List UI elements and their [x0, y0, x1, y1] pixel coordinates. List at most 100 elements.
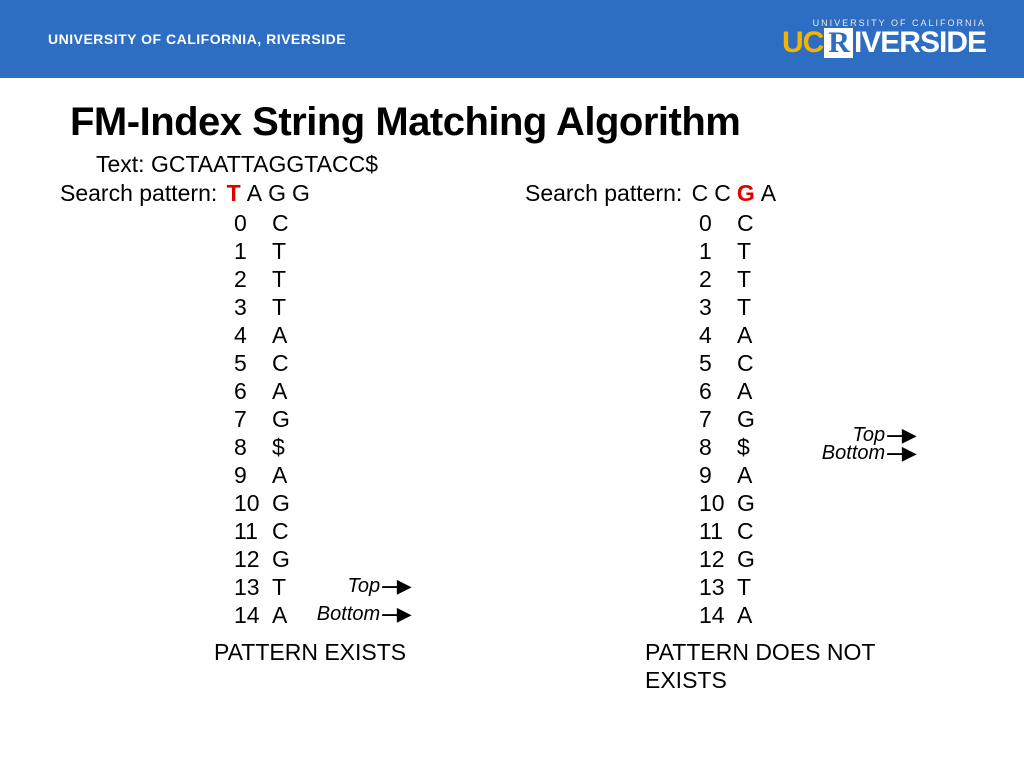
bwt-row: 5C: [699, 349, 985, 377]
bwt-row: 11C: [234, 517, 480, 545]
bwt-char: T: [272, 573, 294, 601]
bwt-row: 9A: [234, 461, 480, 489]
bwt-index: 13: [699, 573, 737, 601]
bottom-pointer: Bottom—▶: [822, 442, 913, 465]
bwt-char: G: [737, 489, 759, 517]
bwt-char: G: [272, 489, 294, 517]
bwt-index: 1: [234, 237, 272, 265]
bwt-index: 13: [234, 573, 272, 601]
bwt-index: 5: [699, 349, 737, 377]
bwt-char: C: [737, 517, 759, 545]
slide-title: FM-Index String Matching Algorithm: [70, 100, 1024, 145]
logo-rest: IVERSIDE: [854, 26, 986, 59]
bwt-index: 7: [699, 405, 737, 433]
bwt-char: A: [272, 601, 294, 629]
bwt-char: T: [737, 265, 759, 293]
bwt-char: T: [272, 237, 294, 265]
bwt-index: 11: [234, 517, 272, 545]
bwt-row: 13T: [699, 573, 985, 601]
bwt-row: 12G: [234, 545, 480, 573]
university-name-left: UNIVERSITY OF CALIFORNIA, RIVERSIDE: [48, 31, 346, 47]
bwt-char: A: [737, 461, 759, 489]
bwt-char: T: [737, 573, 759, 601]
bwt-char: $: [737, 433, 759, 461]
right-column: Search pattern: CCGA 0C1T2T3T4A5C6A7G8$9…: [525, 180, 985, 694]
pointer-label: Bottom: [822, 442, 885, 464]
bwt-char: $: [272, 433, 294, 461]
bwt-index: 10: [699, 489, 737, 517]
pattern-label: Search pattern:: [525, 180, 689, 206]
bwt-table-left: 0C1T2T3T4A5C6A7G8$9A10G11C12G13T14ATop—▶…: [234, 209, 480, 629]
pattern-char: G: [289, 180, 313, 206]
bwt-char: T: [272, 293, 294, 321]
bwt-row: 1T: [699, 237, 985, 265]
bwt-index: 5: [234, 349, 272, 377]
bwt-char: A: [272, 377, 294, 405]
bwt-index: 3: [234, 293, 272, 321]
bwt-index: 0: [699, 209, 737, 237]
bwt-row: 10G: [699, 489, 985, 517]
ucr-logo: UCRIVERSIDE: [782, 26, 986, 60]
bwt-row: 2T: [234, 265, 480, 293]
logo-wrap: UNIVERSITY OF CALIFORNIA UCRIVERSIDE: [782, 18, 986, 60]
bwt-row: 11C: [699, 517, 985, 545]
bwt-row: 0C: [699, 209, 985, 237]
bwt-char: A: [737, 377, 759, 405]
top-pointer: Top—▶: [348, 575, 408, 598]
bwt-char: G: [272, 405, 294, 433]
bwt-index: 9: [699, 461, 737, 489]
logo-uc: UC: [782, 26, 823, 59]
pattern-label: Search pattern:: [60, 180, 224, 206]
bottom-pointer: Bottom—▶: [317, 603, 408, 626]
bwt-index: 14: [699, 601, 737, 629]
bwt-row: 3T: [234, 293, 480, 321]
bwt-row: 7G: [699, 405, 985, 433]
pattern-char: C: [711, 180, 734, 206]
pattern-letters-right: CCGA: [689, 180, 779, 206]
bwt-row: 7G: [234, 405, 480, 433]
bwt-index: 2: [699, 265, 737, 293]
bwt-row: 8$: [234, 433, 480, 461]
bwt-char: T: [737, 293, 759, 321]
bwt-index: 10: [234, 489, 272, 517]
pattern-char: G: [734, 180, 758, 206]
pattern-char: A: [244, 180, 265, 206]
bwt-row: 14A: [699, 601, 985, 629]
bwt-index: 14: [234, 601, 272, 629]
bwt-char: G: [737, 545, 759, 573]
pattern-char: T: [224, 180, 244, 206]
bwt-row: 5C: [234, 349, 480, 377]
bwt-row: 9A: [699, 461, 985, 489]
content-columns: Search pattern: TAGG 0C1T2T3T4A5C6A7G8$9…: [0, 180, 1024, 694]
pattern-char: C: [689, 180, 712, 206]
arrow-icon: —▶: [382, 604, 408, 624]
bwt-table-right: 0C1T2T3T4A5C6A7G8$9A10G11C12G13T14ATop—▶…: [699, 209, 985, 629]
bwt-index: 4: [699, 321, 737, 349]
bwt-index: 0: [234, 209, 272, 237]
bwt-char: A: [737, 601, 759, 629]
bwt-row: 6A: [699, 377, 985, 405]
bwt-index: 6: [234, 377, 272, 405]
search-pattern-right: Search pattern: CCGA: [525, 180, 985, 207]
bwt-index: 7: [234, 405, 272, 433]
pointer-label: Top: [348, 575, 381, 597]
bwt-index: 11: [699, 517, 737, 545]
pattern-letters-left: TAGG: [224, 180, 313, 206]
bwt-row: 10G: [234, 489, 480, 517]
bwt-row: 4A: [234, 321, 480, 349]
result-left: PATTERN EXISTS: [214, 639, 480, 667]
bwt-row: 6A: [234, 377, 480, 405]
bwt-char: C: [272, 517, 294, 545]
bwt-char: A: [272, 321, 294, 349]
arrow-icon: —▶: [382, 576, 408, 596]
left-column: Search pattern: TAGG 0C1T2T3T4A5C6A7G8$9…: [60, 180, 480, 694]
slide-header: UNIVERSITY OF CALIFORNIA, RIVERSIDE UNIV…: [0, 0, 1024, 78]
bwt-index: 2: [234, 265, 272, 293]
bwt-index: 8: [234, 433, 272, 461]
bwt-char: C: [272, 209, 294, 237]
pattern-char: G: [265, 180, 289, 206]
bwt-index: 12: [234, 545, 272, 573]
bwt-row: 12G: [699, 545, 985, 573]
pattern-char: A: [758, 180, 779, 206]
bwt-index: 4: [234, 321, 272, 349]
